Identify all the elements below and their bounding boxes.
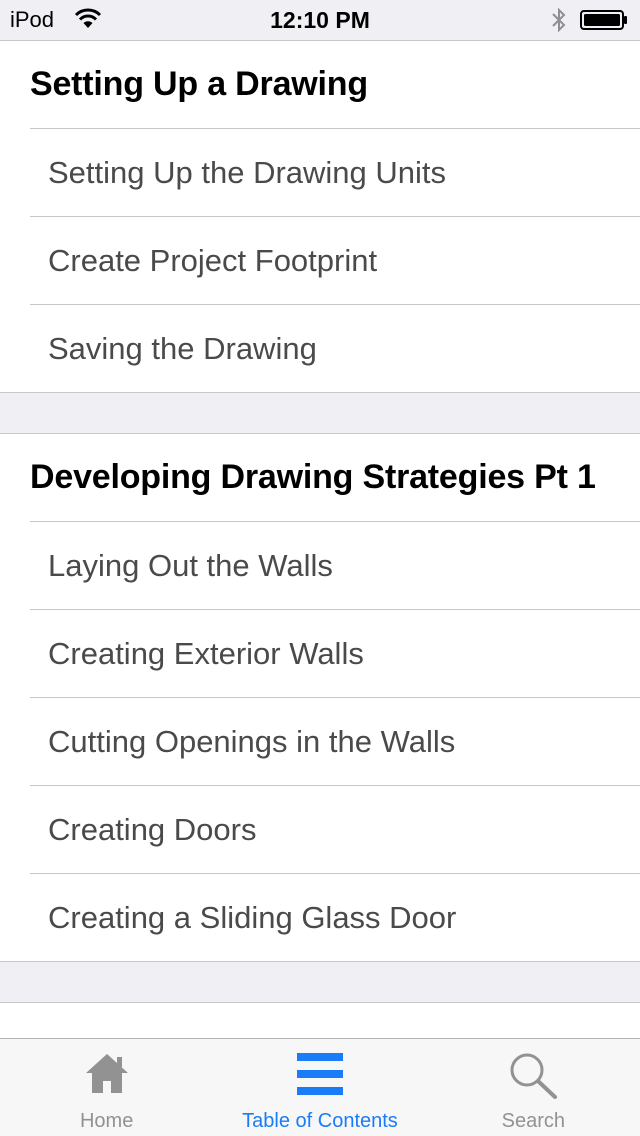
section-divider: [0, 393, 640, 433]
section-developing-drawing-strategies: Developing Drawing Strategies Pt 1 Layin…: [0, 433, 640, 962]
tab-toc-label: Table of Contents: [242, 1110, 398, 1132]
tab-home-label: Home: [79, 1110, 134, 1132]
home-icon: [85, 1054, 128, 1093]
list-item[interactable]: Create Project Footprint: [30, 216, 640, 304]
list-item[interactable]: Saving the Drawing: [30, 304, 640, 392]
tab-search-label: Search: [501, 1110, 565, 1132]
list-item[interactable]: Setting Up the Drawing Units: [30, 128, 640, 216]
table-of-contents-list: Setting Up a Drawing Setting Up the Draw…: [0, 40, 640, 1038]
list-item[interactable]: Creating Exterior Walls: [30, 609, 640, 697]
tab-search[interactable]: Search: [427, 1039, 640, 1136]
battery-icon: [580, 10, 627, 30]
tab-bar: Home Table of Contents Search: [0, 1038, 640, 1136]
section-title: Developing Drawing Strategies Pt 1: [30, 458, 596, 496]
clock: 12:10 PM: [270, 7, 370, 33]
tab-table-of-contents[interactable]: Table of Contents: [213, 1039, 426, 1136]
section-title: Setting Up a Drawing: [30, 65, 368, 103]
list-item[interactable]: Creating Doors: [30, 785, 640, 873]
list-item[interactable]: Creating a Sliding Glass Door: [30, 873, 640, 961]
list-icon: [296, 1053, 343, 1095]
next-section-partial: [0, 1002, 640, 1038]
tab-home[interactable]: Home: [0, 1039, 213, 1136]
section-divider: [0, 962, 640, 1002]
bluetooth-icon: [552, 7, 566, 33]
status-bar: iPod 12:10 PM: [0, 0, 640, 40]
section-setting-up-a-drawing: Setting Up a Drawing Setting Up the Draw…: [0, 41, 640, 393]
list-item[interactable]: Laying Out the Walls: [30, 521, 640, 609]
list-item[interactable]: Cutting Openings in the Walls: [30, 697, 640, 785]
search-icon: [510, 1053, 558, 1099]
